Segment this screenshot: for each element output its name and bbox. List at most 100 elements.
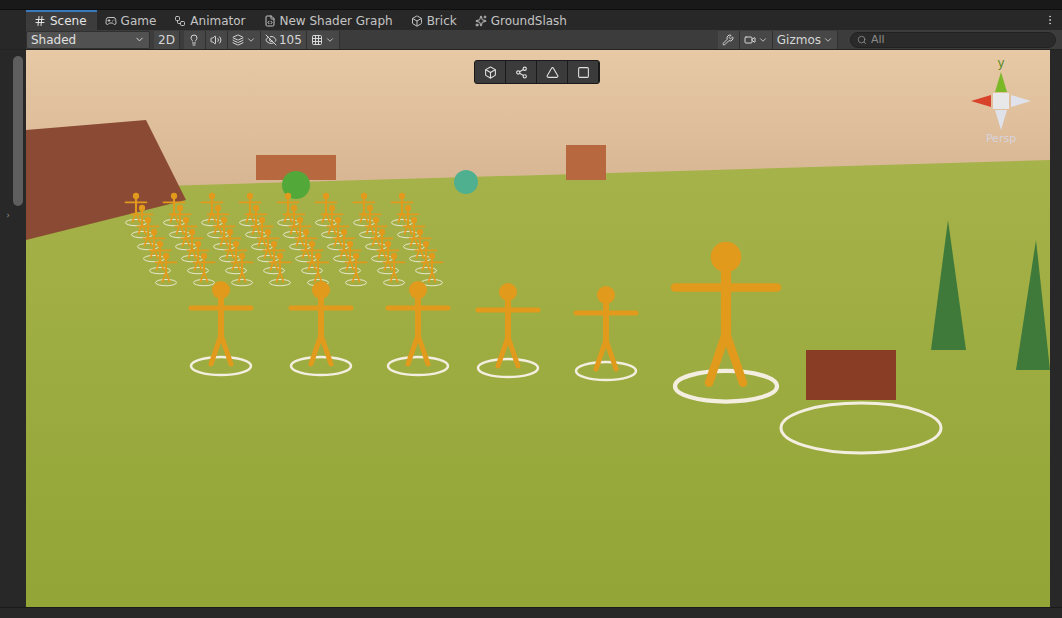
plane-icon: [577, 66, 590, 79]
grid-icon: [311, 34, 323, 46]
stickman-unit: [240, 193, 261, 226]
hidden-objects-button[interactable]: 105: [261, 31, 307, 49]
lighting-button[interactable]: [184, 31, 206, 49]
view-tool-button[interactable]: [506, 61, 537, 83]
right-panel: [1050, 50, 1062, 607]
editor-tab[interactable]: Brick: [403, 10, 467, 30]
stickman-unit: [328, 217, 349, 250]
stickman-unit: [278, 193, 299, 226]
stickman-unit: [150, 241, 171, 274]
editor-tab[interactable]: GroundSlash: [467, 10, 577, 30]
stickman-unit: [322, 205, 343, 238]
stickman-unit: [360, 205, 381, 238]
stickman-unit: [384, 253, 405, 286]
camera-button[interactable]: [740, 31, 773, 49]
stickman-unit: [182, 229, 203, 262]
stickman-unit: [302, 241, 323, 274]
scrollbar-thumb[interactable]: [13, 56, 23, 206]
stickman-unit: [366, 217, 387, 250]
cube-icon: [484, 66, 497, 79]
chevron-icon: [325, 35, 335, 45]
stickman-unit: [478, 283, 538, 377]
stickman-unit: [354, 193, 375, 226]
search-field[interactable]: All: [850, 32, 1056, 48]
stickman-unit: [372, 229, 393, 262]
unity-editor: SceneGameAnimatorNew Shader GraphBrickGr…: [0, 0, 1062, 618]
draw-mode-dropdown[interactable]: Shaded: [26, 31, 150, 49]
lightbulb-icon: [188, 34, 200, 46]
triangle-icon: [546, 66, 559, 79]
axes-icon: [969, 70, 1033, 132]
stickman-unit: [316, 193, 337, 226]
layers-icon: [232, 34, 244, 46]
view-tool-button[interactable]: [568, 61, 599, 83]
stickman-unit: [290, 217, 311, 250]
stickman-unit: [188, 241, 209, 274]
editor-tab[interactable]: Scene: [26, 10, 97, 30]
stickman-unit: [576, 286, 636, 380]
view-tools: [474, 60, 600, 84]
stickman-unit: [252, 217, 273, 250]
chevron-icon: [246, 35, 256, 45]
tab-menu-button[interactable]: [1038, 10, 1062, 30]
nodes-icon: [515, 66, 528, 79]
stickman-unit: [284, 205, 305, 238]
chevron-icon: [134, 34, 145, 45]
stickman-unit: [296, 229, 317, 262]
wrench-icon: [722, 34, 734, 46]
editor-tab[interactable]: New Shader Graph: [256, 10, 403, 30]
grid-button[interactable]: [307, 31, 340, 49]
orientation-gizmo[interactable]: yPersp: [966, 56, 1036, 146]
stickman-unit: [422, 253, 443, 286]
stickman-unit: [308, 253, 329, 286]
stickman-unit: [226, 241, 247, 274]
tab-icon: [475, 15, 487, 27]
scene-view[interactable]: yPersp: [26, 50, 1050, 607]
view-tool-button[interactable]: [537, 61, 568, 83]
gizmos-button[interactable]: Gizmos: [773, 31, 838, 49]
stickman-unit: [416, 241, 437, 274]
stickman-unit: [378, 241, 399, 274]
stickman-unit: [346, 253, 367, 286]
stickman-unit: [214, 217, 235, 250]
editor-tab[interactable]: Animator: [166, 10, 255, 30]
scene-render: [26, 50, 1050, 607]
stickman-unit: [176, 217, 197, 250]
view-tool-button[interactable]: [475, 61, 506, 83]
stickman-unit: [258, 229, 279, 262]
stickman-unit: [392, 193, 413, 226]
audio-button[interactable]: [206, 31, 228, 49]
chevron-icon: [823, 35, 833, 45]
tab-icon: [174, 15, 186, 27]
stickman-unit: [191, 281, 251, 375]
stickman-unit: [132, 205, 153, 238]
stickman-unit: [164, 193, 185, 226]
tab-icon: [264, 15, 276, 27]
stickman-unit: [220, 229, 241, 262]
tab-icon: [105, 15, 117, 27]
eye-off-icon: [265, 34, 277, 46]
chevron-icon: [758, 35, 768, 45]
mode-2d-button[interactable]: 2D: [154, 31, 180, 49]
stickman-unit: [126, 193, 147, 226]
stickman-unit: [138, 217, 159, 250]
tab-icon: [34, 15, 46, 27]
title-strip: [0, 0, 1062, 10]
tools-button[interactable]: [718, 31, 740, 49]
stickman-unit: [208, 205, 229, 238]
stickman-unit: [404, 217, 425, 250]
stickman-unit: [398, 205, 419, 238]
stickman-unit: [194, 253, 215, 286]
editor-tab[interactable]: Game: [97, 10, 167, 30]
stickman-unit: [340, 241, 361, 274]
speaker-icon: [210, 34, 222, 46]
tab-icon: [411, 15, 423, 27]
bottom-panel: [0, 607, 1062, 618]
effects-button[interactable]: [228, 31, 261, 49]
stickman-unit: [232, 253, 253, 286]
tab-bar: SceneGameAnimatorNew Shader GraphBrickGr…: [0, 10, 1062, 30]
stickman-unit: [170, 205, 191, 238]
stickman-unit: [334, 229, 355, 262]
scene-toolbar: Shaded2D 105 Gizmos All: [0, 30, 1062, 50]
stickman-unit: [388, 281, 448, 375]
